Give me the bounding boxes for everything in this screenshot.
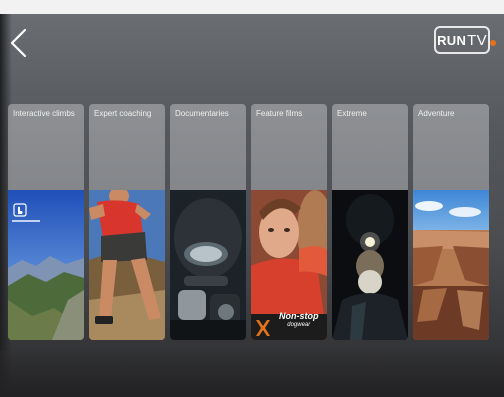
- thumb-headlamp-man: [332, 190, 408, 340]
- badge-sub: dogwear: [287, 322, 311, 328]
- category-label: Expert coaching: [94, 109, 152, 118]
- app-screen: RUN TV Interactive climbs Expert coachin…: [0, 14, 504, 397]
- category-label: Adventure: [418, 109, 455, 118]
- thumb-canyon: [413, 190, 489, 340]
- category-card-adventure[interactable]: Adventure: [413, 104, 489, 340]
- thumb-mountain-valley: [8, 190, 84, 340]
- back-button[interactable]: [6, 26, 32, 60]
- category-card-documentaries[interactable]: Documentaries: [170, 104, 246, 340]
- logo-run-text: RUN: [437, 32, 467, 48]
- category-label: Documentaries: [175, 109, 229, 118]
- category-carousel: Interactive climbs Expert coaching Docum…: [8, 104, 504, 340]
- category-card-expert-coaching[interactable]: Expert coaching: [89, 104, 165, 340]
- thumb-diver: [170, 190, 246, 340]
- logo-tv-text: TV: [467, 31, 487, 49]
- category-card-extreme[interactable]: Extreme: [332, 104, 408, 340]
- category-label: Interactive climbs: [13, 109, 75, 118]
- category-label: Extreme: [337, 109, 367, 118]
- chevron-left-icon: [10, 28, 27, 58]
- thumb-runner: [89, 190, 165, 340]
- runtv-logo: RUN TV: [434, 26, 496, 54]
- category-card-interactive-climbs[interactable]: Interactive climbs: [8, 104, 84, 340]
- category-card-feature-films[interactable]: Feature films Non-stop dogwear: [251, 104, 327, 340]
- badge-brand: Non-stop: [279, 311, 319, 321]
- non-stop-badge: Non-stop dogwear: [279, 312, 319, 330]
- reflection-floor: [0, 350, 504, 397]
- category-label: Feature films: [256, 109, 303, 118]
- logo-accent-dot: [490, 40, 496, 46]
